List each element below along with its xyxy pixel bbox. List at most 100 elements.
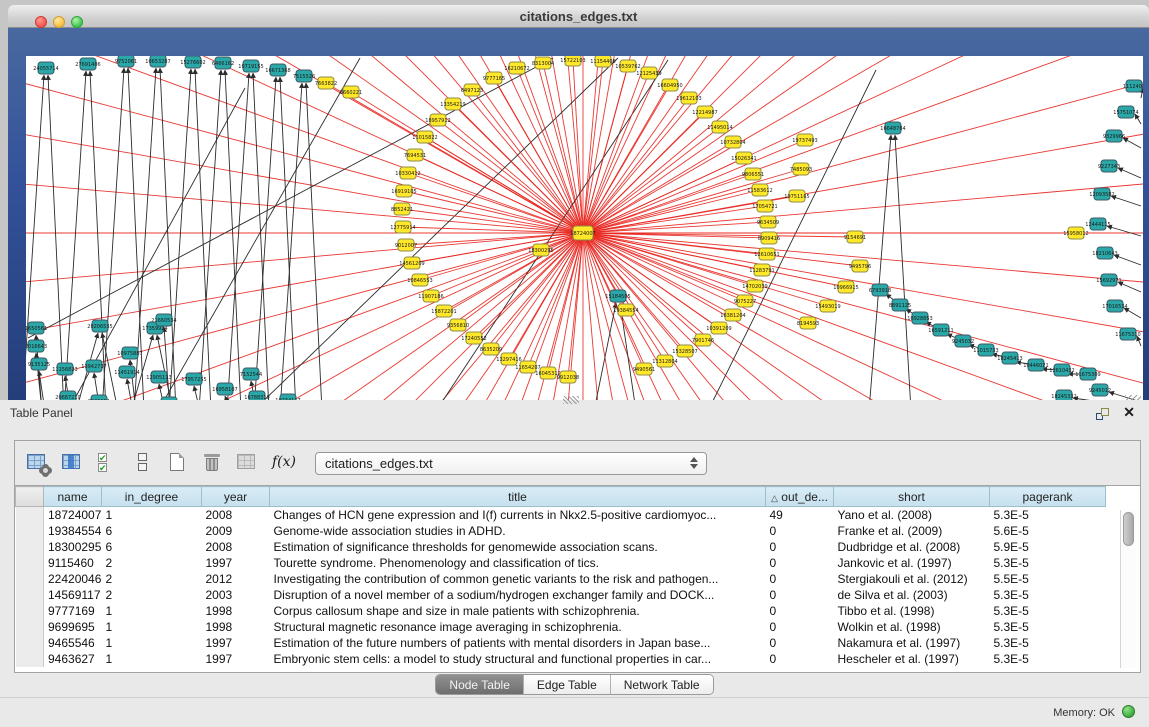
graph-edge-black <box>195 69 211 411</box>
graph-node-label: 18210643 <box>1092 251 1117 257</box>
graph-node-label: 18724007 <box>570 231 595 237</box>
graph-edge-red <box>583 190 760 233</box>
graph-node-label: 9245012 <box>1089 388 1111 394</box>
graph-node-label: 16381204 <box>720 313 745 319</box>
graph-node-label: 7901746 <box>692 338 714 344</box>
table-row[interactable]: 946554611997Estimation of the future num… <box>16 635 1106 651</box>
node-table[interactable]: namein_degreeyeartitle△ out_de...shortpa… <box>15 486 1106 667</box>
table-row[interactable]: 946362711997Embryonic stem cells: a mode… <box>16 651 1106 667</box>
graph-edge-red <box>583 233 1143 344</box>
memory-status-label: Memory: OK <box>1053 707 1115 719</box>
graph-node-label: 9634509 <box>757 220 779 226</box>
column-header-title[interactable]: title <box>270 487 766 507</box>
graph-node-label: 20206535 <box>87 324 112 330</box>
graph-node-label: 19384554 <box>613 308 638 314</box>
graph-node-label: 27691406 <box>75 62 100 68</box>
graph-node-label: 9752061 <box>115 59 137 65</box>
graph-node-label: 18957912 <box>425 118 450 124</box>
table-selector-dropdown[interactable]: citations_edges.txt <box>315 452 707 475</box>
graph-node-label: 9356810 <box>447 323 469 329</box>
network-desktop: 1872400718300295193845541212543916604950… <box>8 28 1149 400</box>
column-header-name[interactable]: name <box>44 487 102 507</box>
graph-edge-red <box>583 56 639 233</box>
graph-node-label: 10446021 <box>1023 363 1048 369</box>
graph-edge-black <box>280 83 302 411</box>
graph-edge-black <box>1118 168 1141 178</box>
function-builder-icon[interactable]: f(x) <box>270 451 296 475</box>
table-selector-value: citations_edges.txt <box>325 456 433 471</box>
graph-node-label: 12444115 <box>1085 222 1110 228</box>
new-table-icon[interactable] <box>165 451 191 475</box>
table-scrollbar-thumb[interactable] <box>1123 512 1134 546</box>
graph-edge-black <box>225 70 241 411</box>
graph-node-label: 18245332 <box>1051 394 1076 400</box>
status-bar: Memory: OK <box>0 697 1149 727</box>
graph-edge-red <box>583 127 720 233</box>
column-header-short[interactable]: short <box>834 487 990 507</box>
graph-node-label: 8313004 <box>532 61 554 67</box>
sort-asc-icon: △ <box>771 493 778 503</box>
graph-node-label: 7694531 <box>404 153 426 159</box>
network-view[interactable]: 1872400718300295193845541212543916604950… <box>26 56 1143 413</box>
table-panel-box: ✔ ✔ f(x) citations_edges.txt <box>14 440 1141 673</box>
delete-table-icon[interactable] <box>200 451 226 475</box>
graph-edge-red <box>583 158 744 233</box>
column-header-pagerank[interactable]: pagerank <box>990 487 1106 507</box>
graph-node-label: 9329966 <box>1103 134 1125 140</box>
graph-node-label: 9777165 <box>483 76 505 82</box>
graph-node-label: 11015822 <box>412 135 437 141</box>
graph-edge-red <box>583 233 1107 413</box>
float-square-front <box>1101 408 1109 416</box>
table-scrollbar[interactable] <box>1120 510 1136 668</box>
import-table-icon[interactable] <box>235 451 261 475</box>
graph-node-label: 18300295 <box>528 248 553 254</box>
graph-node-label: 14561209 <box>399 261 424 267</box>
tab-edge-table[interactable]: Edge Table <box>523 675 610 694</box>
graph-node-label: 10653287 <box>145 59 170 65</box>
panel-resize-grip[interactable] <box>563 396 579 404</box>
graph-node-label: 16671368 <box>265 68 290 74</box>
graph-node-label: 11283791 <box>749 268 774 274</box>
row-height-icon[interactable] <box>130 451 156 475</box>
graph-node-label: 10975887 <box>117 351 142 357</box>
table-row[interactable]: 911546021997Tourette syndrome. Phenomeno… <box>16 555 1106 571</box>
network-canvas-svg[interactable]: 1872400718300295193845541212543916604950… <box>26 56 1143 413</box>
column-header-rowhead[interactable] <box>16 487 44 507</box>
float-panel-icon[interactable] <box>1096 408 1109 420</box>
graph-node-label: 7152544 <box>240 372 262 378</box>
column-header-year[interactable]: year <box>202 487 270 507</box>
graph-node-label: 11675309 <box>1075 372 1100 378</box>
graph-node-label: 12775914 <box>390 225 415 231</box>
graph-node-label: 7515526 <box>293 74 315 80</box>
graph-node-label: 11495014 <box>707 125 732 131</box>
table-panel-title: Table Panel <box>10 406 73 420</box>
tab-network-table[interactable]: Network Table <box>610 675 713 694</box>
close-panel-icon[interactable]: ✕ <box>1123 404 1135 421</box>
graph-node-label: 17957255 <box>181 377 206 383</box>
graph-edge-red <box>406 233 583 245</box>
graph-node-label: 15276602 <box>180 60 205 66</box>
graph-node-label: 10391209 <box>706 326 731 332</box>
graph-node-label: 7663822 <box>315 81 337 87</box>
column-header-in_degree[interactable]: in_degree <box>102 487 202 507</box>
graph-node-label: 9075227 <box>734 299 756 305</box>
table-row[interactable]: 1938455462009Genome-wide association stu… <box>16 523 1106 539</box>
table-row[interactable]: 1456911722003Disruption of a novel membe… <box>16 587 1106 603</box>
table-settings-icon[interactable] <box>25 451 51 475</box>
tab-node-table[interactable]: Node Table <box>436 675 523 694</box>
graph-node-label: 12093582 <box>1089 192 1114 198</box>
graph-node-label: 16210672 <box>504 66 529 72</box>
column-header-out_degree[interactable]: △ out_de... <box>766 487 834 507</box>
graph-edge-black <box>306 83 322 411</box>
window-titlebar[interactable]: citations_edges.txt <box>8 5 1149 28</box>
graph-node-label: 11015733 <box>973 348 998 354</box>
graph-edge-red <box>417 233 583 413</box>
table-row[interactable]: 1872400712008Changes of HCN gene express… <box>16 507 1106 523</box>
table-row[interactable]: 2242004622012Investigating the contribut… <box>16 571 1106 587</box>
graph-node-label: 1112408 <box>1123 84 1143 90</box>
table-row[interactable]: 1830029562008Estimation of significance … <box>16 539 1106 555</box>
table-row[interactable]: 969969511998Structural magnetic resonanc… <box>16 619 1106 635</box>
column-chooser-icon[interactable] <box>60 451 86 475</box>
table-row[interactable]: 977716911998Corpus callosum shape and si… <box>16 603 1106 619</box>
select-rows-icon[interactable]: ✔ ✔ <box>95 451 121 475</box>
